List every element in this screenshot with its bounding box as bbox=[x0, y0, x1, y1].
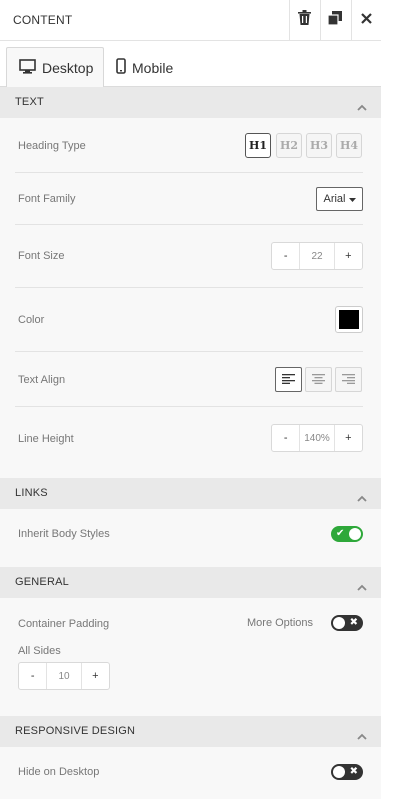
chevron-up-icon bbox=[357, 489, 367, 507]
x-icon: ✖ bbox=[349, 766, 358, 777]
text-align-label: Text Align bbox=[18, 374, 66, 386]
section-title: GENERAL bbox=[15, 576, 69, 588]
heading-h1-button[interactable]: H1 bbox=[245, 133, 271, 158]
chevron-up-icon bbox=[357, 98, 367, 116]
tab-mobile-label: Mobile bbox=[132, 59, 174, 76]
align-right-button[interactable] bbox=[335, 367, 362, 392]
font-size-stepper: - 22 + bbox=[271, 242, 363, 270]
tab-desktop[interactable]: Desktop bbox=[6, 47, 104, 88]
all-sides-decrement-button[interactable]: - bbox=[19, 663, 46, 689]
toggle-knob bbox=[349, 528, 361, 540]
duplicate-button[interactable] bbox=[320, 0, 349, 40]
align-right-icon bbox=[342, 371, 355, 389]
tab-desktop-label: Desktop bbox=[42, 59, 94, 76]
content-properties-panel: CONTENT Desktop Mobile TEXT Heading Type… bbox=[0, 0, 381, 799]
heading-h2-button[interactable]: H2 bbox=[276, 133, 302, 158]
align-left-icon bbox=[282, 371, 295, 389]
heading-h4-button[interactable]: H4 bbox=[336, 133, 362, 158]
trash-icon bbox=[297, 10, 311, 30]
monitor-icon bbox=[19, 58, 36, 77]
section-header-responsive-design[interactable]: RESPONSIVE DESIGN bbox=[0, 716, 381, 747]
section-title: TEXT bbox=[15, 96, 44, 108]
section-title: RESPONSIVE DESIGN bbox=[15, 725, 136, 737]
font-family-select[interactable]: Arial bbox=[316, 187, 363, 211]
close-button[interactable] bbox=[351, 0, 380, 40]
container-padding-label: Container Padding bbox=[18, 618, 110, 630]
close-icon bbox=[360, 11, 372, 29]
section-header-links[interactable]: LINKS bbox=[0, 478, 381, 509]
phone-icon bbox=[116, 58, 126, 77]
panel-right-edge bbox=[381, 0, 400, 799]
more-options-label: More Options bbox=[247, 617, 314, 629]
line-height-stepper: - 140% + bbox=[271, 424, 363, 452]
divider bbox=[15, 287, 363, 288]
copy-icon bbox=[327, 10, 342, 30]
chevron-up-icon bbox=[357, 727, 367, 745]
font-size-label: Font Size bbox=[18, 250, 65, 262]
divider bbox=[15, 406, 363, 407]
inherit-body-styles-toggle[interactable]: ✔ bbox=[331, 526, 363, 542]
all-sides-stepper: - 10 + bbox=[18, 662, 110, 690]
inherit-body-styles-label: Inherit Body Styles bbox=[18, 528, 110, 540]
check-icon: ✔ bbox=[336, 528, 345, 539]
divider bbox=[15, 172, 363, 173]
color-label: Color bbox=[18, 314, 45, 326]
align-center-button[interactable] bbox=[305, 367, 332, 392]
toggle-knob bbox=[333, 766, 345, 778]
color-picker[interactable] bbox=[335, 306, 363, 333]
font-size-input[interactable]: 22 bbox=[299, 243, 335, 269]
panel-title: CONTENT bbox=[13, 13, 73, 27]
more-options-toggle[interactable]: ✖ bbox=[331, 615, 363, 631]
toggle-knob bbox=[333, 617, 345, 629]
hide-on-desktop-label: Hide on Desktop bbox=[18, 766, 100, 778]
color-swatch bbox=[339, 310, 359, 329]
device-tabs: Desktop Mobile bbox=[0, 41, 381, 88]
line-height-increment-button[interactable]: + bbox=[335, 425, 362, 451]
hide-on-desktop-toggle[interactable]: ✖ bbox=[331, 764, 363, 780]
tab-mobile[interactable]: Mobile bbox=[116, 47, 173, 88]
align-center-icon bbox=[312, 371, 325, 389]
font-size-increment-button[interactable]: + bbox=[335, 243, 362, 269]
line-height-decrement-button[interactable]: - bbox=[272, 425, 299, 451]
divider bbox=[15, 224, 363, 225]
delete-button[interactable] bbox=[289, 0, 318, 40]
section-header-text[interactable]: TEXT bbox=[0, 87, 381, 118]
font-family-value: Arial bbox=[323, 193, 346, 205]
section-header-general[interactable]: GENERAL bbox=[0, 567, 381, 598]
font-family-label: Font Family bbox=[18, 193, 76, 205]
all-sides-input[interactable]: 10 bbox=[46, 663, 82, 689]
panel-header: CONTENT bbox=[0, 0, 381, 41]
line-height-input[interactable]: 140% bbox=[299, 425, 335, 451]
font-size-decrement-button[interactable]: - bbox=[272, 243, 299, 269]
heading-type-label: Heading Type bbox=[18, 140, 86, 152]
divider bbox=[15, 351, 363, 352]
heading-h3-button[interactable]: H3 bbox=[306, 133, 332, 158]
section-title: LINKS bbox=[15, 487, 48, 499]
chevron-up-icon bbox=[357, 578, 367, 596]
caret-down-icon bbox=[348, 193, 356, 205]
all-sides-label: All Sides bbox=[18, 645, 61, 657]
line-height-label: Line Height bbox=[18, 433, 74, 445]
align-left-button[interactable] bbox=[275, 367, 302, 392]
all-sides-increment-button[interactable]: + bbox=[82, 663, 109, 689]
x-icon: ✖ bbox=[349, 617, 358, 628]
